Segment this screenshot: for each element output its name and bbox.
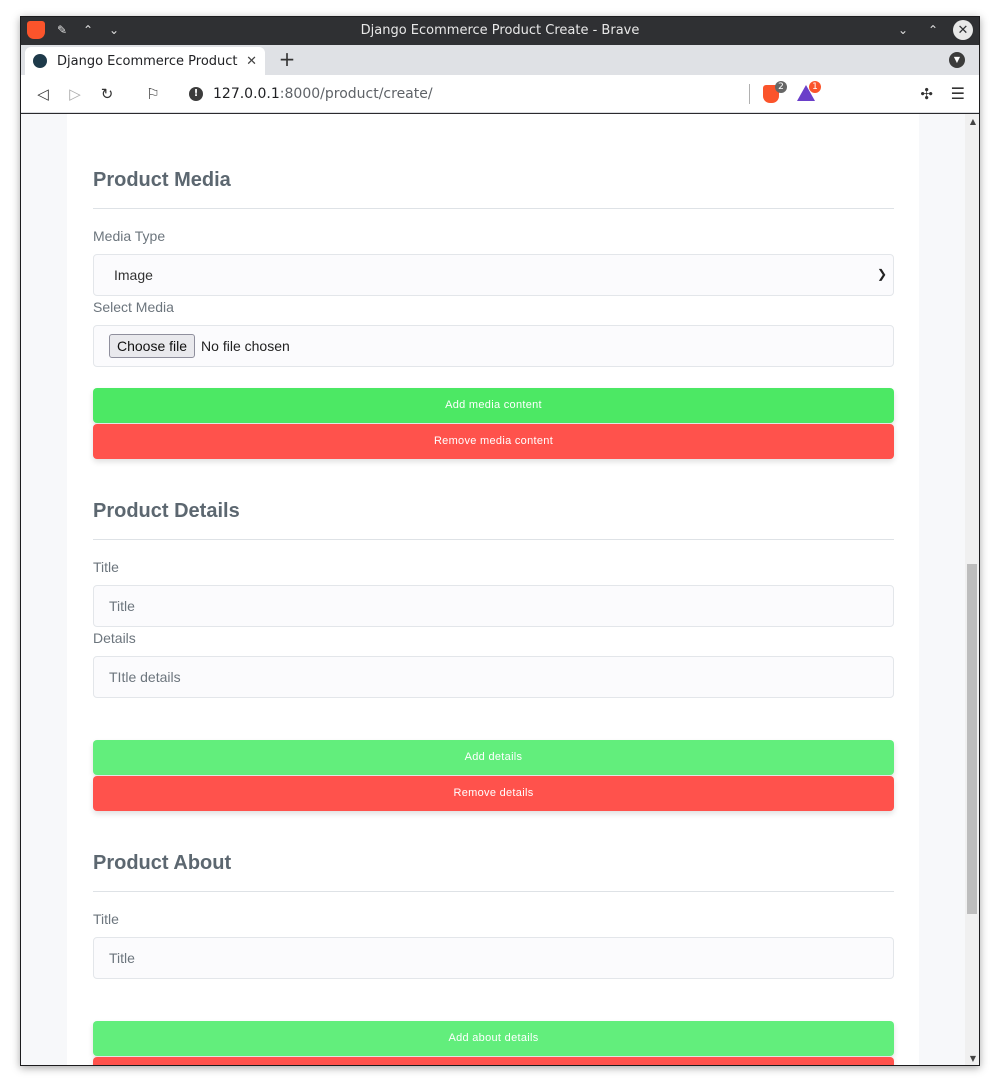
bookmark-icon[interactable]: ⚐ [143, 84, 163, 104]
remove-media-button[interactable]: Remove media content [93, 424, 894, 459]
media-type-value: Image [114, 267, 153, 283]
main-menu-icon[interactable]: ☰ [951, 84, 965, 103]
details-divider [93, 539, 894, 540]
choose-file-button[interactable]: Choose file [109, 334, 196, 358]
details-placeholder: TItle details [109, 669, 181, 685]
scrollbar-thumb[interactable] [967, 564, 977, 914]
address-bar[interactable]: ! 127.0.0.1:8000/product/create/ [177, 80, 823, 108]
about-title-input[interactable]: Title [93, 937, 894, 979]
vertical-scrollbar[interactable]: ▲ ▼ [965, 114, 979, 1065]
forward-icon[interactable]: ▷ [65, 84, 85, 104]
add-details-button[interactable]: Add details [93, 740, 894, 775]
about-title-label: Title [93, 911, 119, 927]
url-path: :8000/product/create/ [279, 86, 433, 102]
media-file-input[interactable]: Choose file No file chosen [93, 325, 894, 367]
tab-search-icon[interactable]: ▼ [949, 52, 965, 68]
maximize-icon[interactable]: ⌃ [923, 20, 943, 40]
url-host: 127.0.0.1 [213, 86, 280, 102]
chevron-down-icon: ❯ [876, 267, 887, 281]
browser-toolbar: ◁ ▷ ↻ ⚐ ! 127.0.0.1:8000/product/create/… [21, 75, 979, 113]
details-title-placeholder: Title [109, 598, 135, 614]
media-type-label: Media Type [93, 228, 166, 244]
extensions-puzzle-icon[interactable]: ✣ [920, 85, 933, 103]
new-tab-plus-icon[interactable]: + [277, 49, 297, 70]
address-divider [749, 84, 750, 104]
tab-title: Django Ecommerce Product Create [57, 53, 240, 69]
product-media-heading: Product Media [93, 169, 231, 191]
details-input[interactable]: TItle details [93, 656, 894, 698]
scroll-down-arrow-icon[interactable]: ▼ [970, 1054, 976, 1063]
details-title-input[interactable]: Title [93, 585, 894, 627]
site-info-icon[interactable]: ! [189, 87, 203, 101]
product-about-heading: Product About [93, 852, 232, 874]
details-title-label: Title [93, 559, 119, 575]
about-title-placeholder: Title [109, 950, 135, 966]
favicon-icon [33, 54, 47, 68]
add-about-button[interactable]: Add about details [93, 1021, 894, 1056]
reload-icon[interactable]: ↻ [97, 84, 117, 104]
details-label: Details [93, 630, 136, 646]
media-divider [93, 208, 894, 209]
product-form-card: Product Media Media Type Image ❯ Select … [67, 114, 919, 1065]
minimize-icon[interactable]: ⌄ [893, 20, 913, 40]
remove-about-button[interactable] [93, 1057, 894, 1065]
add-media-button[interactable]: Add media content [93, 388, 894, 423]
tab-bar: Django Ecommerce Product Create ✕ [21, 45, 979, 75]
title-bar: ✎ ⌃ ⌄ Django Ecommerce Product Create - … [21, 17, 979, 45]
back-icon[interactable]: ◁ [33, 84, 53, 104]
window-controls: ⌄ ⌃ ✕ [893, 20, 973, 40]
media-type-select[interactable]: Image ❯ [93, 254, 894, 296]
shields-count-badge: 2 [775, 81, 787, 93]
remove-details-button[interactable]: Remove details [93, 776, 894, 811]
select-media-label: Select Media [93, 299, 174, 315]
product-details-heading: Product Details [93, 500, 240, 522]
rewards-count-badge: 1 [809, 81, 821, 93]
file-status-text: No file chosen [201, 338, 290, 354]
scroll-up-arrow-icon[interactable]: ▲ [970, 117, 976, 126]
window-title: Django Ecommerce Product Create - Brave [360, 23, 640, 38]
close-window-icon[interactable]: ✕ [953, 20, 973, 40]
page-viewport: Product Media Media Type Image ❯ Select … [21, 114, 979, 1065]
about-divider [93, 891, 894, 892]
tab-close-icon[interactable]: ✕ [246, 54, 257, 69]
browser-window: ✎ ⌃ ⌄ Django Ecommerce Product Create - … [20, 16, 980, 1066]
tab-product-create[interactable]: Django Ecommerce Product Create ✕ [25, 47, 265, 75]
